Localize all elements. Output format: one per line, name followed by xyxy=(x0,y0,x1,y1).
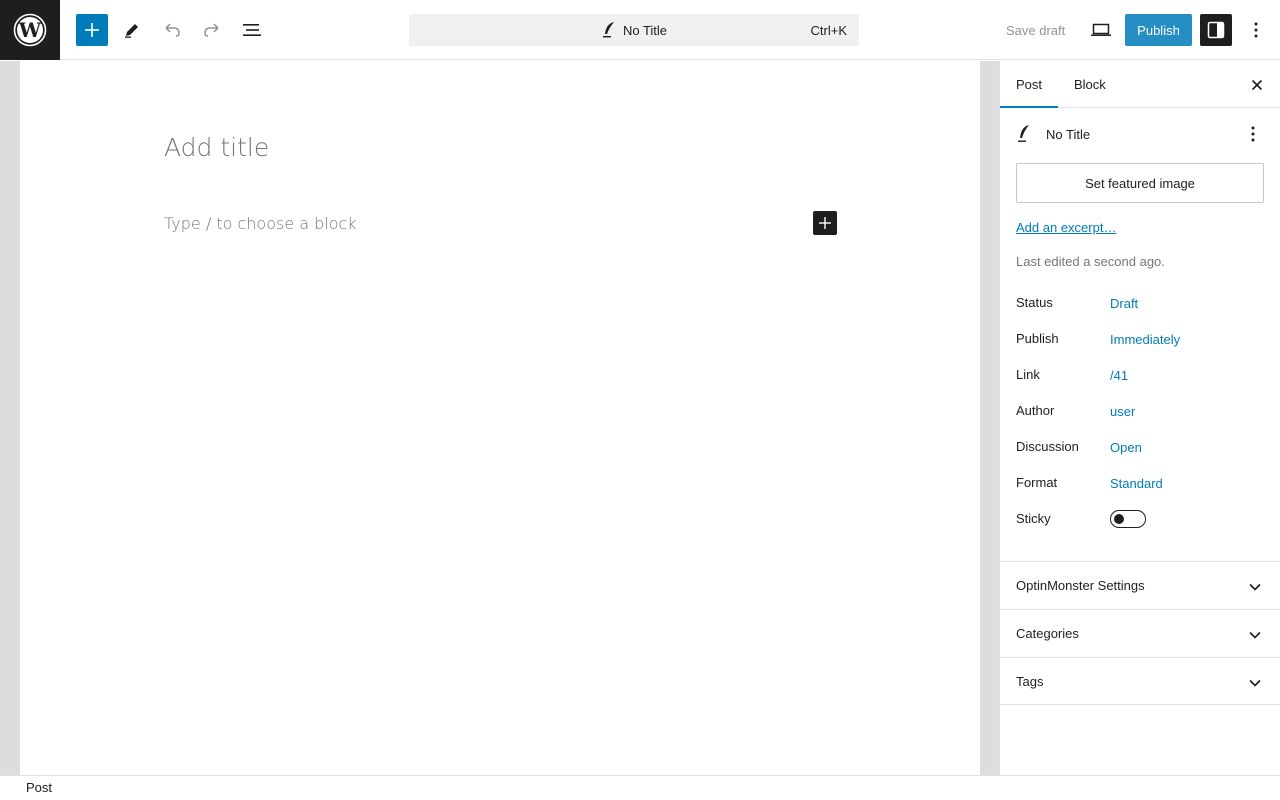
tools-button[interactable] xyxy=(116,14,148,46)
author-label: Author xyxy=(1016,403,1055,418)
tab-post-label: Post xyxy=(1016,77,1043,92)
set-featured-image-button[interactable]: Set featured image xyxy=(1016,163,1264,203)
document-overview-button[interactable] xyxy=(236,14,268,46)
plus-icon xyxy=(85,23,99,37)
status-value-button[interactable]: Draft xyxy=(1110,296,1138,311)
settings-sidebar-toggle[interactable] xyxy=(1200,14,1232,46)
tab-post[interactable]: Post xyxy=(1016,61,1042,108)
wordpress-logo-icon[interactable]: W xyxy=(0,0,60,60)
sticky-row: Sticky xyxy=(1016,510,1266,531)
more-vertical-icon xyxy=(1254,22,1258,38)
publish-row: Publish Immediately xyxy=(1016,331,1266,351)
block-breadcrumb-bar: Post xyxy=(0,775,1280,800)
panel-categories[interactable]: Categories xyxy=(1000,609,1280,657)
chevron-down-icon xyxy=(1249,631,1261,639)
author-row: Author user xyxy=(1016,403,1266,423)
tab-block[interactable]: Block xyxy=(1074,61,1106,108)
link-label: Link xyxy=(1016,367,1040,382)
author-button[interactable]: user xyxy=(1110,404,1135,419)
options-menu-button[interactable] xyxy=(1240,14,1272,46)
sticky-toggle[interactable] xyxy=(1110,510,1146,528)
breadcrumb-post[interactable]: Post xyxy=(26,780,52,795)
default-block-appender[interactable]: Type / to choose a block xyxy=(164,214,357,233)
format-label: Format xyxy=(1016,475,1058,490)
post-actions-button[interactable] xyxy=(1242,123,1264,145)
keyboard-shortcut: Ctrl+K xyxy=(810,23,847,38)
settings-sidebar: Post Block No Title Set featured image A… xyxy=(999,61,1280,775)
publish-date-button[interactable]: Immediately xyxy=(1110,332,1180,347)
more-vertical-icon xyxy=(1251,126,1255,142)
permalink-button[interactable]: /41 xyxy=(1110,368,1128,383)
toggle-knob xyxy=(1114,514,1124,524)
editor-canvas[interactable]: Add title Type / to choose a block xyxy=(20,61,980,775)
post-title-input[interactable]: Add title xyxy=(164,133,269,162)
discussion-row: Discussion Open xyxy=(1016,439,1266,459)
format-row: Format Standard xyxy=(1016,475,1266,495)
chevron-down-icon xyxy=(1249,583,1261,591)
active-tab-indicator xyxy=(1000,106,1058,108)
desktop-icon xyxy=(1091,23,1111,36)
list-view-icon xyxy=(243,24,261,36)
block-inserter-button[interactable] xyxy=(76,14,108,46)
undo-icon xyxy=(165,23,180,37)
sidebar-tabs: Post Block xyxy=(1000,61,1280,108)
panel-title: Tags xyxy=(1016,674,1044,689)
svg-text:W: W xyxy=(18,18,42,42)
discussion-button[interactable]: Open xyxy=(1110,440,1142,455)
close-icon xyxy=(1251,79,1263,91)
post-card: No Title xyxy=(1016,121,1266,147)
save-draft-button[interactable]: Save draft xyxy=(996,14,1075,46)
status-label: Status xyxy=(1016,295,1053,310)
redo-icon xyxy=(204,23,219,37)
add-excerpt-link[interactable]: Add an excerpt… xyxy=(1016,220,1116,235)
link-row: Link /41 xyxy=(1016,367,1266,387)
panel-optinmonster-settings[interactable]: OptinMonster Settings xyxy=(1000,561,1280,609)
discussion-label: Discussion xyxy=(1016,439,1079,454)
status-row: Status Draft xyxy=(1016,295,1266,315)
document-title: No Title xyxy=(622,22,668,38)
last-edited-text: Last edited a second ago. xyxy=(1016,254,1165,269)
document-title-area: No Title xyxy=(601,21,667,39)
tab-block-label: Block xyxy=(1074,77,1106,92)
panel-title: OptinMonster Settings xyxy=(1016,578,1145,593)
plus-icon xyxy=(819,217,831,229)
inline-block-inserter-button[interactable] xyxy=(813,211,837,235)
editor-header: W No Title Ctrl+K Save draft Publish xyxy=(0,0,1280,60)
preview-button[interactable] xyxy=(1085,14,1117,46)
post-card-title: No Title xyxy=(1046,126,1091,142)
close-sidebar-button[interactable] xyxy=(1246,74,1268,96)
sticky-label: Sticky xyxy=(1016,511,1051,526)
undo-button[interactable] xyxy=(156,14,188,46)
pencil-icon xyxy=(125,24,138,38)
panel-tags[interactable]: Tags xyxy=(1000,657,1280,705)
panel-title: Categories xyxy=(1016,626,1079,641)
chevron-down-icon xyxy=(1249,679,1261,687)
publish-label: Publish xyxy=(1016,331,1059,346)
editor-area: Add title Type / to choose a block xyxy=(0,61,999,775)
publish-button[interactable]: Publish xyxy=(1125,14,1192,46)
format-button[interactable]: Standard xyxy=(1110,476,1163,491)
sidebar-icon xyxy=(1207,21,1225,39)
quill-post-icon xyxy=(602,22,614,38)
redo-button[interactable] xyxy=(196,14,228,46)
quill-post-icon xyxy=(1018,125,1029,142)
command-palette-bar[interactable]: No Title Ctrl+K xyxy=(409,14,859,46)
